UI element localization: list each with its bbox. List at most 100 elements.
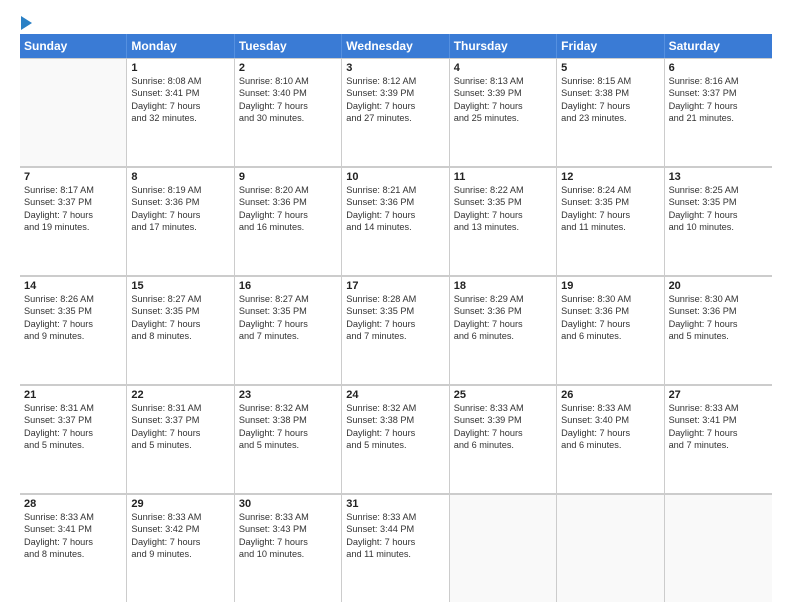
cell-info-line: Sunset: 3:36 PM	[669, 305, 768, 317]
day-number: 18	[454, 280, 552, 292]
cell-info-line: Sunset: 3:38 PM	[346, 414, 444, 426]
cell-info-line: Sunrise: 8:32 AM	[346, 402, 444, 414]
calendar: SundayMondayTuesdayWednesdayThursdayFrid…	[20, 34, 772, 602]
cell-info-line: and 7 minutes.	[346, 330, 444, 342]
calendar-cell: 24Sunrise: 8:32 AMSunset: 3:38 PMDayligh…	[342, 385, 449, 493]
calendar-cell: 13Sunrise: 8:25 AMSunset: 3:35 PMDayligh…	[665, 167, 772, 275]
calendar-cell: 1Sunrise: 8:08 AMSunset: 3:41 PMDaylight…	[127, 58, 234, 166]
calendar-cell: 25Sunrise: 8:33 AMSunset: 3:39 PMDayligh…	[450, 385, 557, 493]
cell-info-line: Daylight: 7 hours	[239, 209, 337, 221]
cell-info-line: Sunset: 3:37 PM	[131, 414, 229, 426]
cell-info-line: Sunrise: 8:31 AM	[131, 402, 229, 414]
day-number: 15	[131, 280, 229, 292]
cell-info-line: and 5 minutes.	[24, 439, 122, 451]
day-number: 24	[346, 389, 444, 401]
cell-info-line: Daylight: 7 hours	[131, 209, 229, 221]
cell-info-line: Sunrise: 8:30 AM	[561, 293, 659, 305]
calendar-cell: 19Sunrise: 8:30 AMSunset: 3:36 PMDayligh…	[557, 276, 664, 384]
cell-info-line: Sunset: 3:36 PM	[561, 305, 659, 317]
day-number: 4	[454, 62, 552, 74]
day-number: 29	[131, 498, 229, 510]
header	[20, 16, 772, 26]
cell-info-line: Sunset: 3:42 PM	[131, 523, 229, 535]
calendar-cell	[450, 494, 557, 602]
day-number: 30	[239, 498, 337, 510]
cell-info-line: and 5 minutes.	[239, 439, 337, 451]
cell-info-line: Daylight: 7 hours	[239, 100, 337, 112]
calendar-cell: 29Sunrise: 8:33 AMSunset: 3:42 PMDayligh…	[127, 494, 234, 602]
day-number: 10	[346, 171, 444, 183]
cell-info-line: and 21 minutes.	[669, 112, 768, 124]
cell-info-line: Sunrise: 8:10 AM	[239, 75, 337, 87]
cell-info-line: Sunset: 3:36 PM	[346, 196, 444, 208]
cell-info-line: Sunrise: 8:33 AM	[669, 402, 768, 414]
cell-info-line: Sunrise: 8:16 AM	[669, 75, 768, 87]
cell-info-line: and 11 minutes.	[561, 221, 659, 233]
day-number: 27	[669, 389, 768, 401]
cell-info-line: and 6 minutes.	[561, 330, 659, 342]
cell-info-line: Daylight: 7 hours	[561, 209, 659, 221]
cell-info-line: and 27 minutes.	[346, 112, 444, 124]
day-number: 31	[346, 498, 444, 510]
day-number: 8	[131, 171, 229, 183]
calendar-cell: 17Sunrise: 8:28 AMSunset: 3:35 PMDayligh…	[342, 276, 449, 384]
cell-info-line: Daylight: 7 hours	[669, 318, 768, 330]
calendar-cell: 22Sunrise: 8:31 AMSunset: 3:37 PMDayligh…	[127, 385, 234, 493]
cell-info-line: Sunset: 3:36 PM	[454, 305, 552, 317]
calendar-header-cell: Tuesday	[235, 34, 342, 58]
cell-info-line: Sunset: 3:40 PM	[239, 87, 337, 99]
calendar-header-cell: Thursday	[450, 34, 557, 58]
cell-info-line: Sunrise: 8:25 AM	[669, 184, 768, 196]
cell-info-line: Daylight: 7 hours	[454, 100, 552, 112]
cell-info-line: and 6 minutes.	[454, 330, 552, 342]
cell-info-line: Daylight: 7 hours	[131, 100, 229, 112]
day-number: 21	[24, 389, 122, 401]
cell-info-line: Daylight: 7 hours	[346, 318, 444, 330]
calendar-cell: 5Sunrise: 8:15 AMSunset: 3:38 PMDaylight…	[557, 58, 664, 166]
cell-info-line: and 6 minutes.	[561, 439, 659, 451]
cell-info-line: Sunset: 3:44 PM	[346, 523, 444, 535]
cell-info-line: Daylight: 7 hours	[669, 209, 768, 221]
day-number: 23	[239, 389, 337, 401]
cell-info-line: Sunset: 3:39 PM	[346, 87, 444, 99]
day-number: 16	[239, 280, 337, 292]
calendar-cell: 30Sunrise: 8:33 AMSunset: 3:43 PMDayligh…	[235, 494, 342, 602]
calendar-cell	[20, 58, 127, 166]
cell-info-line: Sunset: 3:41 PM	[131, 87, 229, 99]
calendar-header-cell: Monday	[127, 34, 234, 58]
calendar-cell: 16Sunrise: 8:27 AMSunset: 3:35 PMDayligh…	[235, 276, 342, 384]
cell-info-line: Sunset: 3:43 PM	[239, 523, 337, 535]
cell-info-line: and 10 minutes.	[239, 548, 337, 560]
calendar-cell: 26Sunrise: 8:33 AMSunset: 3:40 PMDayligh…	[557, 385, 664, 493]
cell-info-line: Sunrise: 8:13 AM	[454, 75, 552, 87]
cell-info-line: and 7 minutes.	[239, 330, 337, 342]
cell-info-line: and 30 minutes.	[239, 112, 337, 124]
calendar-cell: 18Sunrise: 8:29 AMSunset: 3:36 PMDayligh…	[450, 276, 557, 384]
day-number: 26	[561, 389, 659, 401]
cell-info-line: Daylight: 7 hours	[24, 318, 122, 330]
cell-info-line: Daylight: 7 hours	[239, 427, 337, 439]
calendar-cell: 8Sunrise: 8:19 AMSunset: 3:36 PMDaylight…	[127, 167, 234, 275]
cell-info-line: Daylight: 7 hours	[454, 318, 552, 330]
cell-info-line: Daylight: 7 hours	[561, 318, 659, 330]
cell-info-line: Sunset: 3:35 PM	[131, 305, 229, 317]
cell-info-line: Daylight: 7 hours	[346, 536, 444, 548]
cell-info-line: and 19 minutes.	[24, 221, 122, 233]
cell-info-line: Daylight: 7 hours	[131, 536, 229, 548]
calendar-cell: 21Sunrise: 8:31 AMSunset: 3:37 PMDayligh…	[20, 385, 127, 493]
calendar-cell: 14Sunrise: 8:26 AMSunset: 3:35 PMDayligh…	[20, 276, 127, 384]
cell-info-line: Sunrise: 8:32 AM	[239, 402, 337, 414]
cell-info-line: Daylight: 7 hours	[346, 427, 444, 439]
cell-info-line: Sunset: 3:39 PM	[454, 414, 552, 426]
cell-info-line: Daylight: 7 hours	[454, 427, 552, 439]
cell-info-line: Daylight: 7 hours	[24, 427, 122, 439]
calendar-body: 1Sunrise: 8:08 AMSunset: 3:41 PMDaylight…	[20, 58, 772, 602]
cell-info-line: and 5 minutes.	[346, 439, 444, 451]
cell-info-line: Sunrise: 8:33 AM	[346, 511, 444, 523]
cell-info-line: Sunrise: 8:26 AM	[24, 293, 122, 305]
cell-info-line: Daylight: 7 hours	[346, 100, 444, 112]
day-number: 12	[561, 171, 659, 183]
calendar-week-row: 28Sunrise: 8:33 AMSunset: 3:41 PMDayligh…	[20, 494, 772, 602]
cell-info-line: and 14 minutes.	[346, 221, 444, 233]
cell-info-line: and 13 minutes.	[454, 221, 552, 233]
